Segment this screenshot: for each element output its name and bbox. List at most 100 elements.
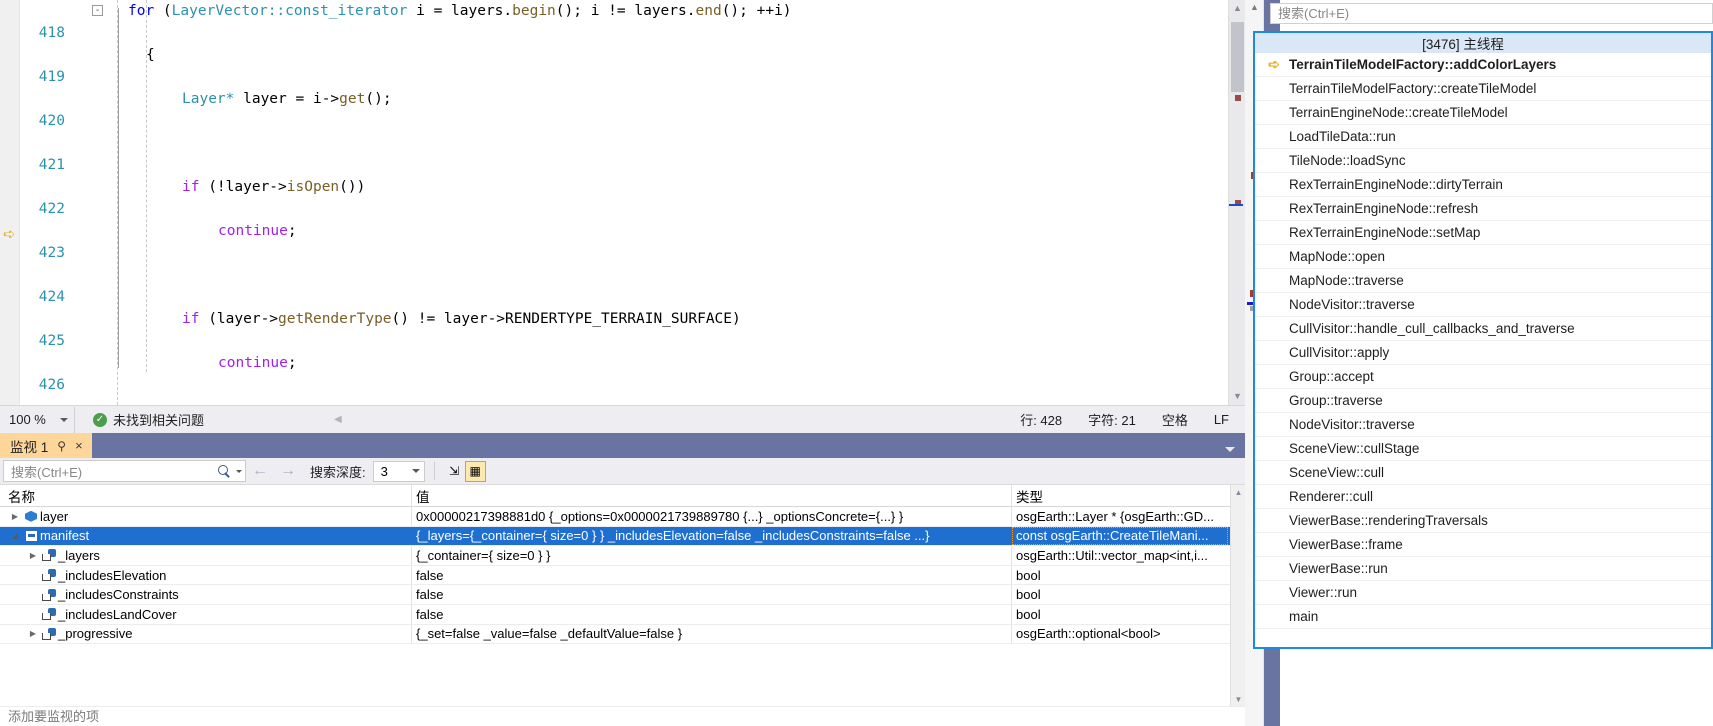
hex-display-toggle-icon[interactable]: ▦: [464, 460, 486, 482]
scroll-up-icon[interactable]: ▲: [1231, 485, 1245, 500]
watch-row[interactable]: ▶ layer 0x00000217398881d0 {_options=0x0…: [0, 507, 1245, 527]
watch-row[interactable]: ▶ _progressive {_set=false _value=false …: [0, 624, 1245, 645]
code-line[interactable]: 421: [0, 132, 1245, 173]
scroll-down-icon[interactable]: ▼: [1229, 388, 1245, 405]
call-stack-pane[interactable]: ▲ ⛶ 搜索(Ctrl+E) [3476] 主线程 ➪ TerrainTileM…: [1245, 0, 1713, 726]
callstack-frame[interactable]: ViewerBase::renderingTraversals: [1255, 509, 1711, 533]
callstack-frame[interactable]: RexTerrainEngineNode::refresh: [1255, 197, 1711, 221]
code-line[interactable]: 426 continue;: [0, 352, 1245, 393]
watch-row-name-cell[interactable]: _includesLandCover: [0, 604, 412, 624]
watch-row-value-cell[interactable]: {_container={ size=0 } }: [412, 546, 1012, 565]
callstack-frame[interactable]: Renderer::cull: [1255, 485, 1711, 509]
callstack-frame[interactable]: TerrainTileModelFactory::createTileModel: [1255, 77, 1711, 101]
callstack-frame[interactable]: NodeVisitor::traverse: [1255, 293, 1711, 317]
search-depth-combobox[interactable]: 3: [372, 460, 425, 482]
watch-row-name-cell[interactable]: ▶ _progressive: [0, 624, 412, 644]
watch-row[interactable]: _includesConstraints false bool: [0, 585, 1245, 605]
watch-toolbar[interactable]: 搜索(Ctrl+E) ← → 搜索深度: 3 ⇲ ▦: [0, 458, 1245, 485]
search-input[interactable]: 搜索(Ctrl+E): [3, 460, 246, 482]
tab-watch-1[interactable]: 监视 1 ⚲ ×: [0, 433, 92, 458]
callstack-frame[interactable]: RexTerrainEngineNode::dirtyTerrain: [1255, 173, 1711, 197]
code-line[interactable]: 422 if (!layer->isOpen()): [0, 176, 1245, 217]
indentation-indicator[interactable]: 空格: [1162, 410, 1188, 429]
watch-row[interactable]: ▶ _layers {_container={ size=0 } } osgEa…: [0, 546, 1245, 566]
scroll-up-icon[interactable]: ▲: [1245, 0, 1264, 15]
close-icon[interactable]: ×: [75, 438, 83, 453]
column-header-name[interactable]: 名称: [0, 485, 412, 506]
watch-row-name-cell[interactable]: ▶ _layers: [0, 546, 412, 565]
callstack-frame[interactable]: Group::accept: [1255, 365, 1711, 389]
callstack-list[interactable]: [3476] 主线程 ➪ TerrainTileModelFactory::ad…: [1253, 31, 1713, 649]
watch-row-value-cell[interactable]: {_set=false _value=false _defaultValue=f…: [412, 624, 1012, 644]
editor-vertical-scrollbar[interactable]: ▲ ▼: [1228, 0, 1245, 405]
callstack-frame-label: Viewer::run: [1289, 585, 1358, 600]
issue-nav-prev-icon[interactable]: ◀: [334, 414, 342, 425]
column-header-type[interactable]: 类型: [1012, 485, 1228, 506]
callstack-frame[interactable]: NodeVisitor::traverse: [1255, 413, 1711, 437]
scroll-up-icon[interactable]: ▲: [1229, 0, 1245, 17]
watch-grid[interactable]: 名称 值 类型 ▶ layer 0x00000217398881d0 {_opt…: [0, 485, 1245, 707]
code-line[interactable]: 424: [0, 264, 1245, 305]
scrollbar-thumb[interactable]: [1231, 22, 1244, 92]
pin-icon[interactable]: ⚲: [57, 439, 66, 453]
watch-row-value-cell[interactable]: {_layers={_container={ size=0 } } _inclu…: [412, 526, 1012, 546]
callstack-frame[interactable]: SceneView::cull: [1255, 461, 1711, 485]
code-line[interactable]: 419 {: [0, 44, 1245, 85]
watch-row-value-cell[interactable]: false: [412, 565, 1012, 585]
current-frame-arrow-icon: ➪: [1268, 56, 1280, 72]
code-editor-pane[interactable]: ➪ 418 - for (LayerVector::const_iterator…: [0, 0, 1245, 405]
callstack-frame[interactable]: SceneView::cullStage: [1255, 437, 1711, 461]
watch-row-value-cell[interactable]: false: [412, 604, 1012, 624]
search-icon[interactable]: [218, 464, 231, 478]
callstack-frame[interactable]: MapNode::traverse: [1255, 269, 1711, 293]
code-line[interactable]: 420 Layer* layer = i->get();: [0, 88, 1245, 129]
code-line[interactable]: 427: [0, 396, 1245, 405]
callstack-frame[interactable]: Viewer::run: [1255, 581, 1711, 605]
expander-icon[interactable]: ▶: [26, 551, 40, 560]
callstack-frame[interactable]: ViewerBase::frame: [1255, 533, 1711, 557]
callstack-frame[interactable]: LoadTileData::run: [1255, 125, 1711, 149]
watch-vertical-scrollbar[interactable]: ▲ ▼: [1230, 485, 1245, 707]
callstack-search-input[interactable]: 搜索(Ctrl+E): [1270, 3, 1713, 24]
watch-row-name-cell[interactable]: ▶ layer: [0, 507, 412, 526]
watch-row-value-cell[interactable]: false: [412, 585, 1012, 604]
callstack-frame[interactable]: CullVisitor::apply: [1255, 341, 1711, 365]
add-watch-item-row[interactable]: 添加要监视的项: [0, 706, 1245, 726]
expander-icon[interactable]: ▶: [8, 512, 22, 521]
watch-row-value-cell[interactable]: 0x00000217398881d0 {_options=0x000002173…: [412, 507, 1012, 526]
callstack-frame-current[interactable]: ➪ TerrainTileModelFactory::addColorLayer…: [1255, 53, 1711, 77]
pin-filter-icon[interactable]: ⇲: [444, 461, 465, 482]
callstack-frame[interactable]: MapNode::open: [1255, 245, 1711, 269]
zoom-level-combobox[interactable]: 100 %: [1, 406, 75, 433]
watch-row-selected[interactable]: ◢ manifest {_layers={_container={ size=0…: [0, 526, 1245, 547]
callstack-frame[interactable]: Group::traverse: [1255, 389, 1711, 413]
watch-window[interactable]: 监视 1 ⚲ × 搜索(Ctrl+E) ← → 搜索深度: 3 ⇲ ▦ 名称 值…: [0, 433, 1245, 726]
scroll-down-icon[interactable]: ▼: [1231, 692, 1245, 707]
column-header-value[interactable]: 值: [412, 485, 1012, 506]
callstack-frame[interactable]: CullVisitor::handle_cull_callbacks_and_t…: [1255, 317, 1711, 341]
expander-icon[interactable]: ▶: [26, 629, 40, 638]
code-line[interactable]: 425 if (layer->getRenderType() != layer-…: [0, 308, 1245, 349]
scroll-marker: [1235, 95, 1241, 101]
callstack-frame[interactable]: RexTerrainEngineNode::setMap: [1255, 221, 1711, 245]
expander-icon[interactable]: ◢: [8, 531, 22, 540]
chevron-down-icon[interactable]: [1225, 447, 1235, 452]
callstack-frame[interactable]: ViewerBase::run: [1255, 557, 1711, 581]
callstack-frame[interactable]: main: [1255, 605, 1711, 629]
watch-row[interactable]: _includesElevation false bool: [0, 565, 1245, 586]
fold-toggle-icon[interactable]: -: [92, 5, 103, 16]
callstack-frame[interactable]: TerrainEngineNode::createTileModel: [1255, 101, 1711, 125]
search-next-button[interactable]: →: [274, 462, 302, 480]
code-line[interactable]: 418 - for (LayerVector::const_iterator i…: [0, 0, 1245, 41]
watch-row[interactable]: _includesLandCover false bool: [0, 604, 1245, 625]
line-ending-indicator[interactable]: LF: [1214, 412, 1229, 427]
watch-row-name-cell[interactable]: _includesConstraints: [0, 585, 412, 604]
chevron-down-icon[interactable]: [236, 469, 242, 473]
watch-row-name-cell[interactable]: ◢ manifest: [0, 526, 412, 546]
issue-status[interactable]: ✓ 未找到相关问题: [93, 410, 204, 429]
watch-row-name-cell[interactable]: _includesElevation: [0, 565, 412, 585]
search-prev-button[interactable]: ←: [246, 462, 274, 480]
code-line[interactable]: 423 continue;: [0, 220, 1245, 261]
callstack-frame[interactable]: TileNode::loadSync: [1255, 149, 1711, 173]
callstack-frame-label: Renderer::cull: [1289, 489, 1374, 504]
